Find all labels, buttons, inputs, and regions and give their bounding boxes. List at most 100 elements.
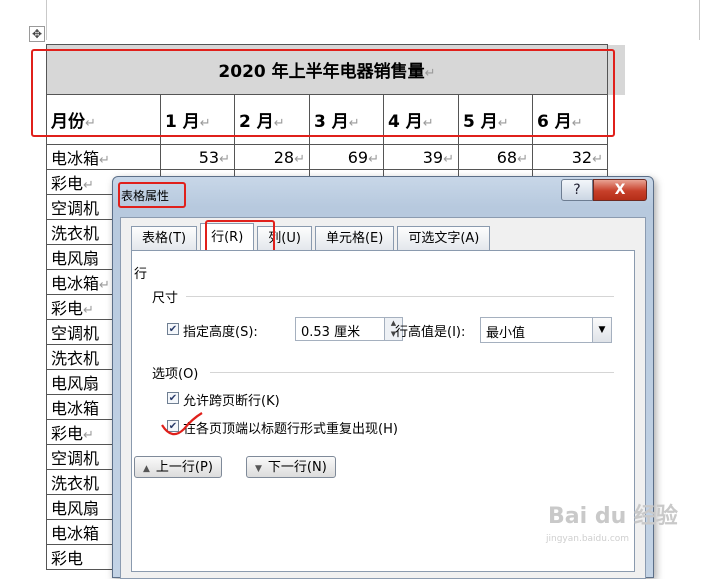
- paragraph-mark-icon: ↵: [219, 151, 230, 167]
- paragraph-mark-icon: ↵: [85, 116, 96, 131]
- row-height-is-label: 行高值是(I):: [395, 325, 466, 340]
- product-name: 空调机: [51, 449, 100, 468]
- product-name: 电冰箱: [51, 149, 100, 168]
- paragraph-mark-icon: ↵: [443, 151, 454, 167]
- product-name-cell[interactable]: 电冰箱↵: [46, 144, 161, 170]
- specify-height-label: 指定高度(S):: [183, 325, 258, 340]
- paragraph-mark-icon: ↵: [99, 278, 110, 293]
- product-name: 彩电: [51, 174, 84, 193]
- next-row-label: 下一行(N): [267, 460, 327, 475]
- up-arrow-icon: ▲: [143, 464, 150, 474]
- product-name: 电风扇: [51, 499, 100, 518]
- tab-strip: 表格(T) 行(R) 列(U) 单元格(E) 可选文字(A): [131, 223, 493, 250]
- value-cell[interactable]: 53↵: [160, 144, 235, 170]
- dropdown-arrow-icon[interactable]: ▼: [592, 318, 611, 342]
- header-cell-text: 3 月: [314, 112, 349, 132]
- table-header-row: 月份↵ 1 月↵ 2 月↵ 3 月↵ 4 月↵ 5 月↵ 6 月↵: [46, 94, 626, 145]
- product-name: 洗衣机: [51, 349, 100, 368]
- header-cell[interactable]: 2 月↵: [234, 94, 310, 145]
- header-cell-text: 5 月: [463, 112, 498, 132]
- height-spinner[interactable]: 0.53 厘米 ▲ ▼: [295, 317, 403, 341]
- size-separator: [186, 296, 614, 297]
- row-height-is-select[interactable]: 最小值 ▼: [480, 317, 612, 343]
- paragraph-mark-icon: ↵: [497, 116, 509, 131]
- paragraph-mark-icon: ↵: [571, 116, 583, 131]
- header-cell[interactable]: 5 月↵: [458, 94, 533, 145]
- product-name: 彩电: [51, 424, 84, 443]
- header-cell[interactable]: 月份↵: [46, 94, 161, 145]
- value-text: 28: [273, 147, 295, 167]
- previous-row-label: 上一行(P): [155, 460, 213, 475]
- row-end-marker: [607, 94, 626, 145]
- previous-row-button[interactable]: ▲ 上一行(P): [134, 456, 222, 478]
- value-cell[interactable]: 68↵: [458, 144, 533, 170]
- paragraph-mark-icon: ↵: [83, 428, 94, 443]
- header-cell[interactable]: 3 月↵: [309, 94, 384, 145]
- product-name: 电风扇: [51, 374, 100, 393]
- red-checkmark-annotation-icon: [161, 412, 203, 436]
- tab-row[interactable]: 行(R): [200, 223, 255, 250]
- paragraph-mark-icon: ↵: [99, 153, 110, 168]
- value-text: 53: [198, 147, 220, 167]
- close-button[interactable]: X: [593, 179, 647, 201]
- section-row-label: 行: [134, 267, 148, 282]
- row-end-marker: [607, 44, 626, 95]
- product-name: 空调机: [51, 324, 100, 343]
- value-cell[interactable]: 39↵: [383, 144, 459, 170]
- value-cell[interactable]: 69↵: [309, 144, 384, 170]
- header-cell[interactable]: 1 月↵: [160, 94, 235, 145]
- product-name: 电冰箱: [51, 524, 100, 543]
- header-cell[interactable]: 4 月↵: [383, 94, 459, 145]
- table-row: 电冰箱↵ 53↵ 28↵ 69↵ 39↵ 68↵ 32↵: [46, 144, 626, 170]
- watermark-logo: Bai du 经验: [548, 504, 678, 529]
- tab-table[interactable]: 表格(T): [131, 226, 198, 250]
- tab-column[interactable]: 列(U): [257, 226, 312, 250]
- dialog-title: 表格属性: [121, 189, 170, 203]
- paragraph-mark-icon: ↵: [592, 151, 603, 167]
- page-margin-marker-right: [699, 0, 700, 40]
- header-cell-text: 2 月: [239, 112, 274, 132]
- header-cell[interactable]: 6 月↵: [532, 94, 608, 145]
- product-name: 洗衣机: [51, 224, 100, 243]
- paragraph-mark-icon: ↵: [83, 178, 94, 193]
- product-name: 空调机: [51, 199, 100, 218]
- allow-break-label: 允许跨页断行(K): [183, 394, 280, 409]
- paragraph-mark-icon: ↵: [348, 116, 360, 131]
- paragraph-mark-icon: ↵: [199, 116, 211, 131]
- row-height-is-value: 最小值: [486, 326, 526, 341]
- value-text: 68: [496, 147, 518, 167]
- table-title-row: 2020 年上半年电器销售量↵: [46, 44, 626, 95]
- table-title-cell[interactable]: 2020 年上半年电器销售量↵: [46, 44, 608, 95]
- table-title-text: 2020 年上半年电器销售量: [218, 62, 425, 82]
- allow-break-checkbox[interactable]: ✔: [167, 392, 179, 404]
- paragraph-mark-icon: ↵: [517, 151, 528, 167]
- specify-height-checkbox[interactable]: ✔: [167, 323, 179, 335]
- value-text: 39: [422, 147, 444, 167]
- header-cell-text: 1 月: [165, 112, 200, 132]
- help-button[interactable]: ?: [561, 179, 593, 201]
- tab-alt-text[interactable]: 可选文字(A): [397, 226, 491, 250]
- paragraph-mark-icon: ↵: [294, 151, 305, 167]
- height-value: 0.53 厘米: [301, 325, 361, 340]
- table-move-handle-icon[interactable]: ✥: [29, 26, 45, 42]
- product-name: 彩电: [51, 299, 84, 318]
- product-name: 电风扇: [51, 249, 100, 268]
- product-name: 电冰箱: [51, 399, 100, 418]
- tab-cell[interactable]: 单元格(E): [314, 226, 395, 250]
- header-cell-text: 4 月: [388, 112, 423, 132]
- value-cell[interactable]: 28↵: [234, 144, 310, 170]
- value-cell[interactable]: 32↵: [532, 144, 608, 170]
- row-end-marker: [608, 145, 626, 170]
- header-cell-text: 6 月: [537, 112, 572, 132]
- paragraph-mark-icon: ↵: [273, 116, 285, 131]
- product-name: 彩电: [51, 549, 84, 568]
- options-separator: [210, 372, 614, 373]
- paragraph-mark-icon: ↵: [368, 151, 379, 167]
- page-margin-marker: [46, 0, 47, 40]
- paragraph-mark-icon: ↵: [422, 116, 434, 131]
- product-name: 电冰箱: [51, 274, 100, 293]
- options-group-label: 选项(O): [152, 367, 199, 382]
- next-row-button[interactable]: ▼ 下一行(N): [246, 456, 336, 478]
- value-text: 69: [347, 147, 369, 167]
- down-arrow-icon: ▼: [255, 464, 262, 474]
